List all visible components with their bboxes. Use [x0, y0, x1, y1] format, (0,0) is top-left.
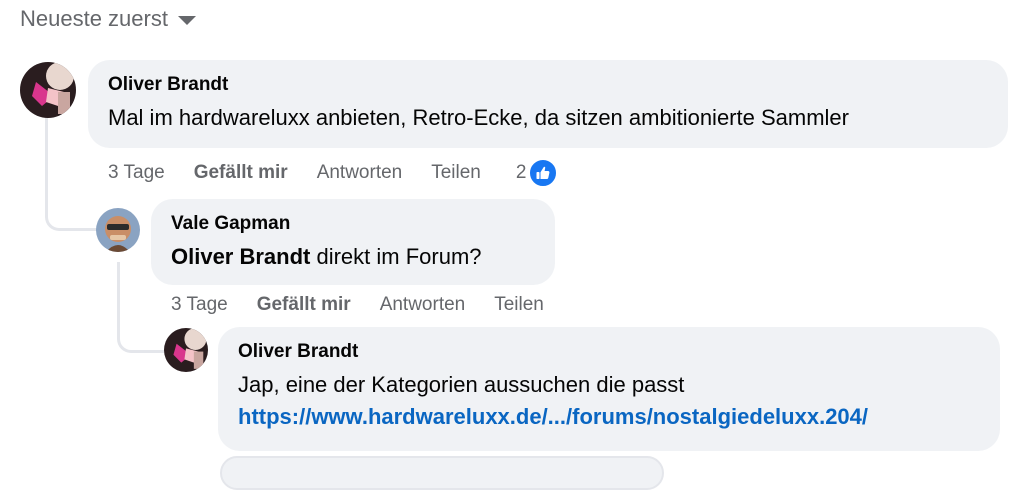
- comment-author[interactable]: Oliver Brandt: [108, 74, 988, 96]
- sort-label: Neueste zuerst: [20, 6, 168, 31]
- comment-author[interactable]: Vale Gapman: [171, 213, 535, 235]
- reaction-count: 2: [515, 162, 527, 183]
- sort-dropdown[interactable]: Neueste zuerst: [20, 6, 196, 32]
- caret-down-icon: [177, 15, 196, 25]
- share-button[interactable]: Teilen: [431, 162, 481, 184]
- avatar[interactable]: [164, 328, 208, 372]
- comment-time[interactable]: 3 Tage: [108, 162, 165, 184]
- comment-actions: 3 Tage Gefällt mir Antworten Teilen 2: [108, 158, 559, 188]
- reaction-summary[interactable]: 2: [516, 158, 559, 188]
- comment-text-body: direkt im Forum?: [310, 244, 482, 269]
- comment-actions: 3 Tage Gefällt mir Antworten Teilen: [171, 294, 573, 316]
- reply-button[interactable]: Antworten: [317, 162, 403, 184]
- like-button[interactable]: Gefällt mir: [257, 294, 351, 316]
- reply-input[interactable]: [220, 456, 664, 490]
- comment-text: Jap, eine der Kategorien aussuchen die p…: [238, 372, 685, 397]
- share-button[interactable]: Teilen: [494, 294, 544, 316]
- comment-author[interactable]: Oliver Brandt: [238, 341, 980, 363]
- comment-text: Mal im hardwareluxx anbieten, Retro-Ecke…: [108, 105, 849, 130]
- comment-text: Oliver Brandt direkt im Forum?: [171, 241, 535, 272]
- like-button[interactable]: Gefällt mir: [194, 162, 288, 184]
- comment-bubble: Oliver Brandt Jap, eine der Kategorien a…: [218, 327, 1000, 451]
- reply-button[interactable]: Antworten: [380, 294, 466, 316]
- comment-bubble: Vale Gapman Oliver Brandt direkt im Foru…: [151, 199, 555, 285]
- comment-link[interactable]: https://www.hardwareluxx.de/.../forums/n…: [238, 400, 980, 434]
- avatar[interactable]: [20, 62, 76, 118]
- avatar[interactable]: [96, 208, 140, 252]
- mention-link[interactable]: Oliver Brandt: [171, 244, 310, 269]
- comment-time[interactable]: 3 Tage: [171, 294, 228, 316]
- thumbs-up-icon: [528, 158, 559, 188]
- comment-bubble: Oliver Brandt Mal im hardwareluxx anbiet…: [88, 60, 1008, 148]
